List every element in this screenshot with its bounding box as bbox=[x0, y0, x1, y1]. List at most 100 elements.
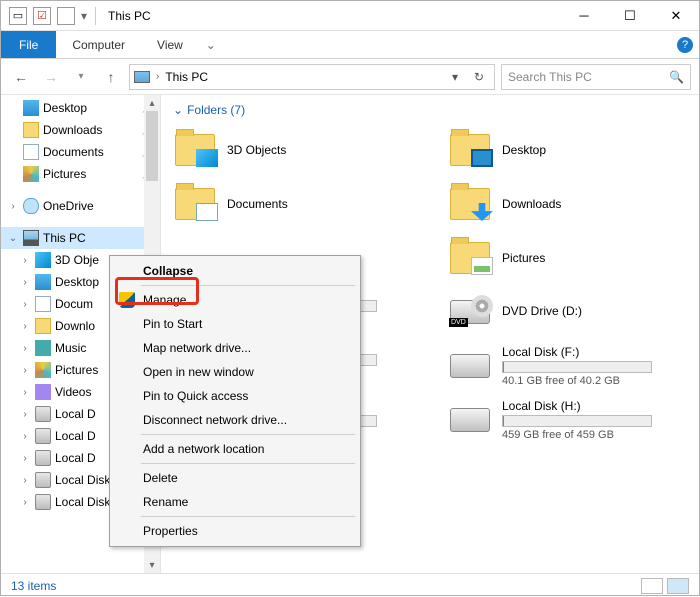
sidebar-label: Desktop bbox=[43, 101, 87, 115]
scroll-thumb[interactable] bbox=[146, 111, 158, 181]
doc-icon bbox=[35, 296, 51, 312]
menu-separator bbox=[141, 516, 355, 517]
pic-icon bbox=[23, 166, 39, 182]
folder-documents[interactable]: Documents bbox=[169, 179, 424, 229]
folder-pictures[interactable]: Pictures bbox=[444, 233, 699, 283]
sidebar-label: Documents bbox=[43, 145, 104, 159]
recent-dropdown[interactable]: ▾ bbox=[69, 71, 93, 82]
drive-freespace: 40.1 GB free of 40.2 GB bbox=[502, 375, 652, 387]
scroll-up-icon[interactable]: ▴ bbox=[144, 95, 160, 111]
folder-label: 3D Objects bbox=[227, 143, 286, 157]
status-bar: 13 items bbox=[1, 573, 699, 597]
folder-icon bbox=[173, 130, 217, 170]
qat-newfolder-icon[interactable] bbox=[57, 7, 75, 25]
view-large-button[interactable] bbox=[667, 578, 689, 594]
menu-item-label: Add a network location bbox=[143, 442, 264, 456]
drive-icon bbox=[448, 348, 492, 384]
menu-item-open-in-new-window[interactable]: Open in new window bbox=[113, 360, 357, 384]
minimize-button[interactable]: ─ bbox=[561, 1, 607, 31]
view-details-button[interactable] bbox=[641, 578, 663, 594]
drive-label: Local Disk (F:) bbox=[502, 345, 652, 359]
menu-item-manage[interactable]: Manage bbox=[113, 288, 357, 312]
file-tab[interactable]: File bbox=[1, 31, 56, 58]
qat-dropdown-icon[interactable]: ▾ bbox=[81, 9, 87, 23]
qat-properties-icon[interactable]: ☑ bbox=[33, 7, 51, 25]
chevron-right-icon[interactable]: › bbox=[156, 71, 159, 82]
tab-view[interactable]: View bbox=[141, 31, 199, 58]
ribbon-expand-icon[interactable]: ⌄ bbox=[199, 31, 223, 58]
address-dropdown-icon[interactable]: ▾ bbox=[448, 70, 462, 84]
sidebar-item-desktop[interactable]: Desktop📌 bbox=[1, 97, 160, 119]
forward-button[interactable]: → bbox=[39, 69, 63, 85]
menu-item-map-network-drive-[interactable]: Map network drive... bbox=[113, 336, 357, 360]
folder-3d-objects[interactable]: 3D Objects bbox=[169, 125, 424, 175]
sidebar-label: Docum bbox=[55, 297, 93, 311]
sidebar-label: Pictures bbox=[43, 167, 86, 181]
drive-label: Local Disk (H:) bbox=[502, 399, 652, 413]
folder-downloads[interactable]: Downloads bbox=[444, 179, 699, 229]
disk-icon bbox=[35, 406, 51, 422]
folder-label: Pictures bbox=[502, 251, 545, 265]
menu-item-properties[interactable]: Properties bbox=[113, 519, 357, 543]
sidebar-label: Music bbox=[55, 341, 86, 355]
folder-icon bbox=[448, 184, 492, 224]
sidebar-label: Downlo bbox=[55, 319, 95, 333]
menu-item-label: Delete bbox=[143, 471, 178, 485]
sidebar-label: This PC bbox=[43, 231, 86, 245]
sidebar-label: 3D Obje bbox=[55, 253, 99, 267]
menu-item-delete[interactable]: Delete bbox=[113, 466, 357, 490]
search-box[interactable]: Search This PC 🔍 bbox=[501, 64, 691, 90]
window-controls: ─ ☐ ✕ bbox=[561, 1, 699, 31]
menu-item-label: Manage bbox=[143, 293, 186, 307]
close-button[interactable]: ✕ bbox=[653, 1, 699, 31]
drive-dvd-drive-d-[interactable]: DVDDVD Drive (D:) bbox=[444, 287, 699, 337]
sidebar-item-downloads[interactable]: Downloads📌 bbox=[1, 119, 160, 141]
drive-freespace: 459 GB free of 459 GB bbox=[502, 429, 652, 441]
menu-item-disconnect-network-drive-[interactable]: Disconnect network drive... bbox=[113, 408, 357, 432]
sidebar-label: OneDrive bbox=[43, 199, 94, 213]
folders-group-header[interactable]: ⌄Folders (7) bbox=[173, 103, 699, 117]
navigation-bar: ← → ▾ ↑ › This PC ▾ ↻ Search This PC 🔍 bbox=[1, 59, 699, 95]
sidebar-item-documents[interactable]: Documents📌 bbox=[1, 141, 160, 163]
folder-icon bbox=[448, 238, 492, 278]
down-icon bbox=[35, 318, 51, 334]
tab-computer[interactable]: Computer bbox=[56, 31, 141, 58]
menu-item-collapse[interactable]: Collapse bbox=[113, 259, 357, 283]
menu-item-label: Rename bbox=[143, 495, 188, 509]
separator bbox=[95, 7, 96, 25]
drive-local-disk-h-[interactable]: Local Disk (H:) 459 GB free of 459 GB bbox=[444, 395, 699, 445]
menu-item-pin-to-start[interactable]: Pin to Start bbox=[113, 312, 357, 336]
sidebar-label: Downloads bbox=[43, 123, 102, 137]
pc-icon: ▭ bbox=[9, 7, 27, 25]
drive-icon: DVD bbox=[448, 294, 492, 330]
sidebar-item-pictures[interactable]: Pictures📌 bbox=[1, 163, 160, 185]
quick-access-toolbar: ▭ ☑ ▾ bbox=[9, 7, 87, 25]
window-title: This PC bbox=[108, 9, 151, 23]
pc-icon bbox=[23, 230, 39, 246]
address-bar[interactable]: › This PC ▾ ↻ bbox=[129, 64, 495, 90]
up-button[interactable]: ↑ bbox=[99, 69, 123, 85]
menu-item-add-a-network-location[interactable]: Add a network location bbox=[113, 437, 357, 461]
drive-local-disk-f-[interactable]: Local Disk (F:) 40.1 GB free of 40.2 GB bbox=[444, 341, 699, 391]
sidebar-item-this-pc[interactable]: ⌄This PC bbox=[1, 227, 160, 249]
sidebar-item-onedrive[interactable]: ›OneDrive bbox=[1, 195, 160, 217]
menu-item-rename[interactable]: Rename bbox=[113, 490, 357, 514]
maximize-button[interactable]: ☐ bbox=[607, 1, 653, 31]
music-icon bbox=[35, 340, 51, 356]
search-placeholder: Search This PC bbox=[508, 70, 592, 84]
help-button[interactable]: ? bbox=[671, 31, 699, 58]
menu-item-label: Disconnect network drive... bbox=[143, 413, 287, 427]
sidebar-label: Local D bbox=[55, 429, 96, 443]
chevron-down-icon: ⌄ bbox=[173, 103, 183, 117]
refresh-button[interactable]: ↻ bbox=[468, 70, 490, 84]
back-button[interactable]: ← bbox=[9, 69, 33, 85]
menu-item-pin-to-quick-access[interactable]: Pin to Quick access bbox=[113, 384, 357, 408]
scroll-down-icon[interactable]: ▾ bbox=[144, 557, 160, 573]
down-icon bbox=[23, 122, 39, 138]
sidebar-label: Videos bbox=[55, 385, 91, 399]
menu-separator bbox=[141, 434, 355, 435]
disk-icon bbox=[35, 428, 51, 444]
pic-icon bbox=[35, 362, 51, 378]
folder-desktop[interactable]: Desktop bbox=[444, 125, 699, 175]
desktop-icon bbox=[23, 100, 39, 116]
